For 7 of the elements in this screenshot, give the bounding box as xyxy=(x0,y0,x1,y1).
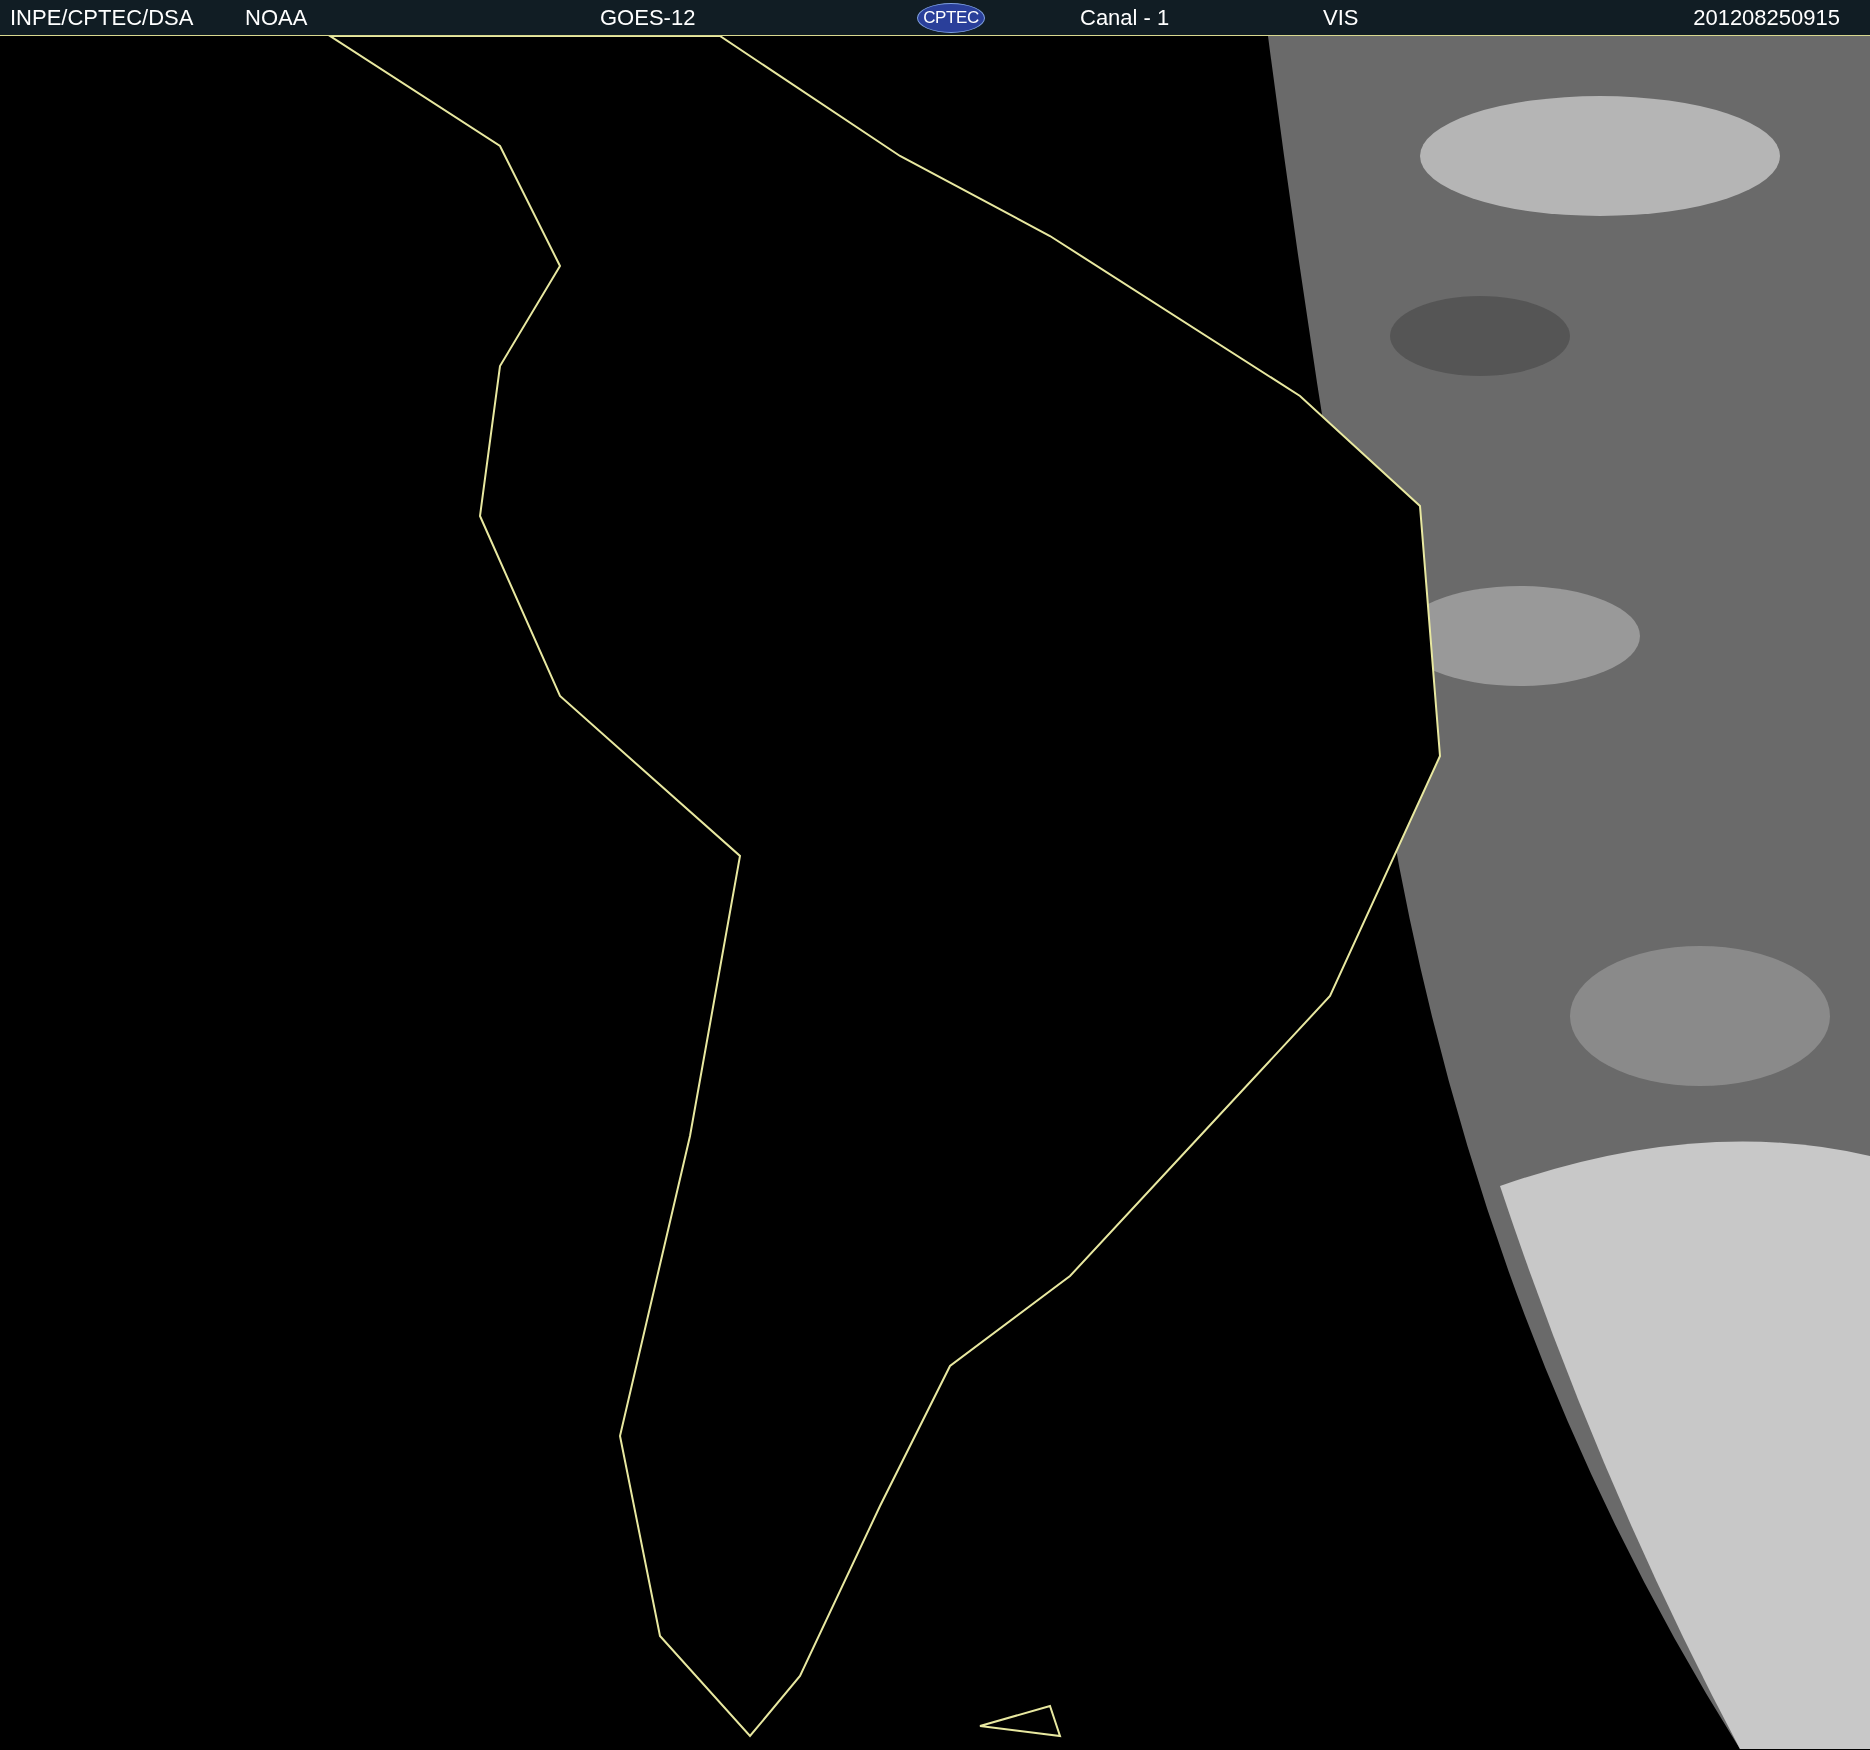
satellite-label: GOES-12 xyxy=(600,6,697,29)
agency-label: NOAA xyxy=(245,6,309,29)
channel-label: Canal - 1 xyxy=(1080,6,1171,29)
source-label: INPE/CPTEC/DSA xyxy=(10,6,195,29)
timestamp-label: 201208250915 xyxy=(1693,6,1840,29)
logo: CPTEC xyxy=(917,2,985,33)
band-label: VIS xyxy=(1323,6,1360,29)
